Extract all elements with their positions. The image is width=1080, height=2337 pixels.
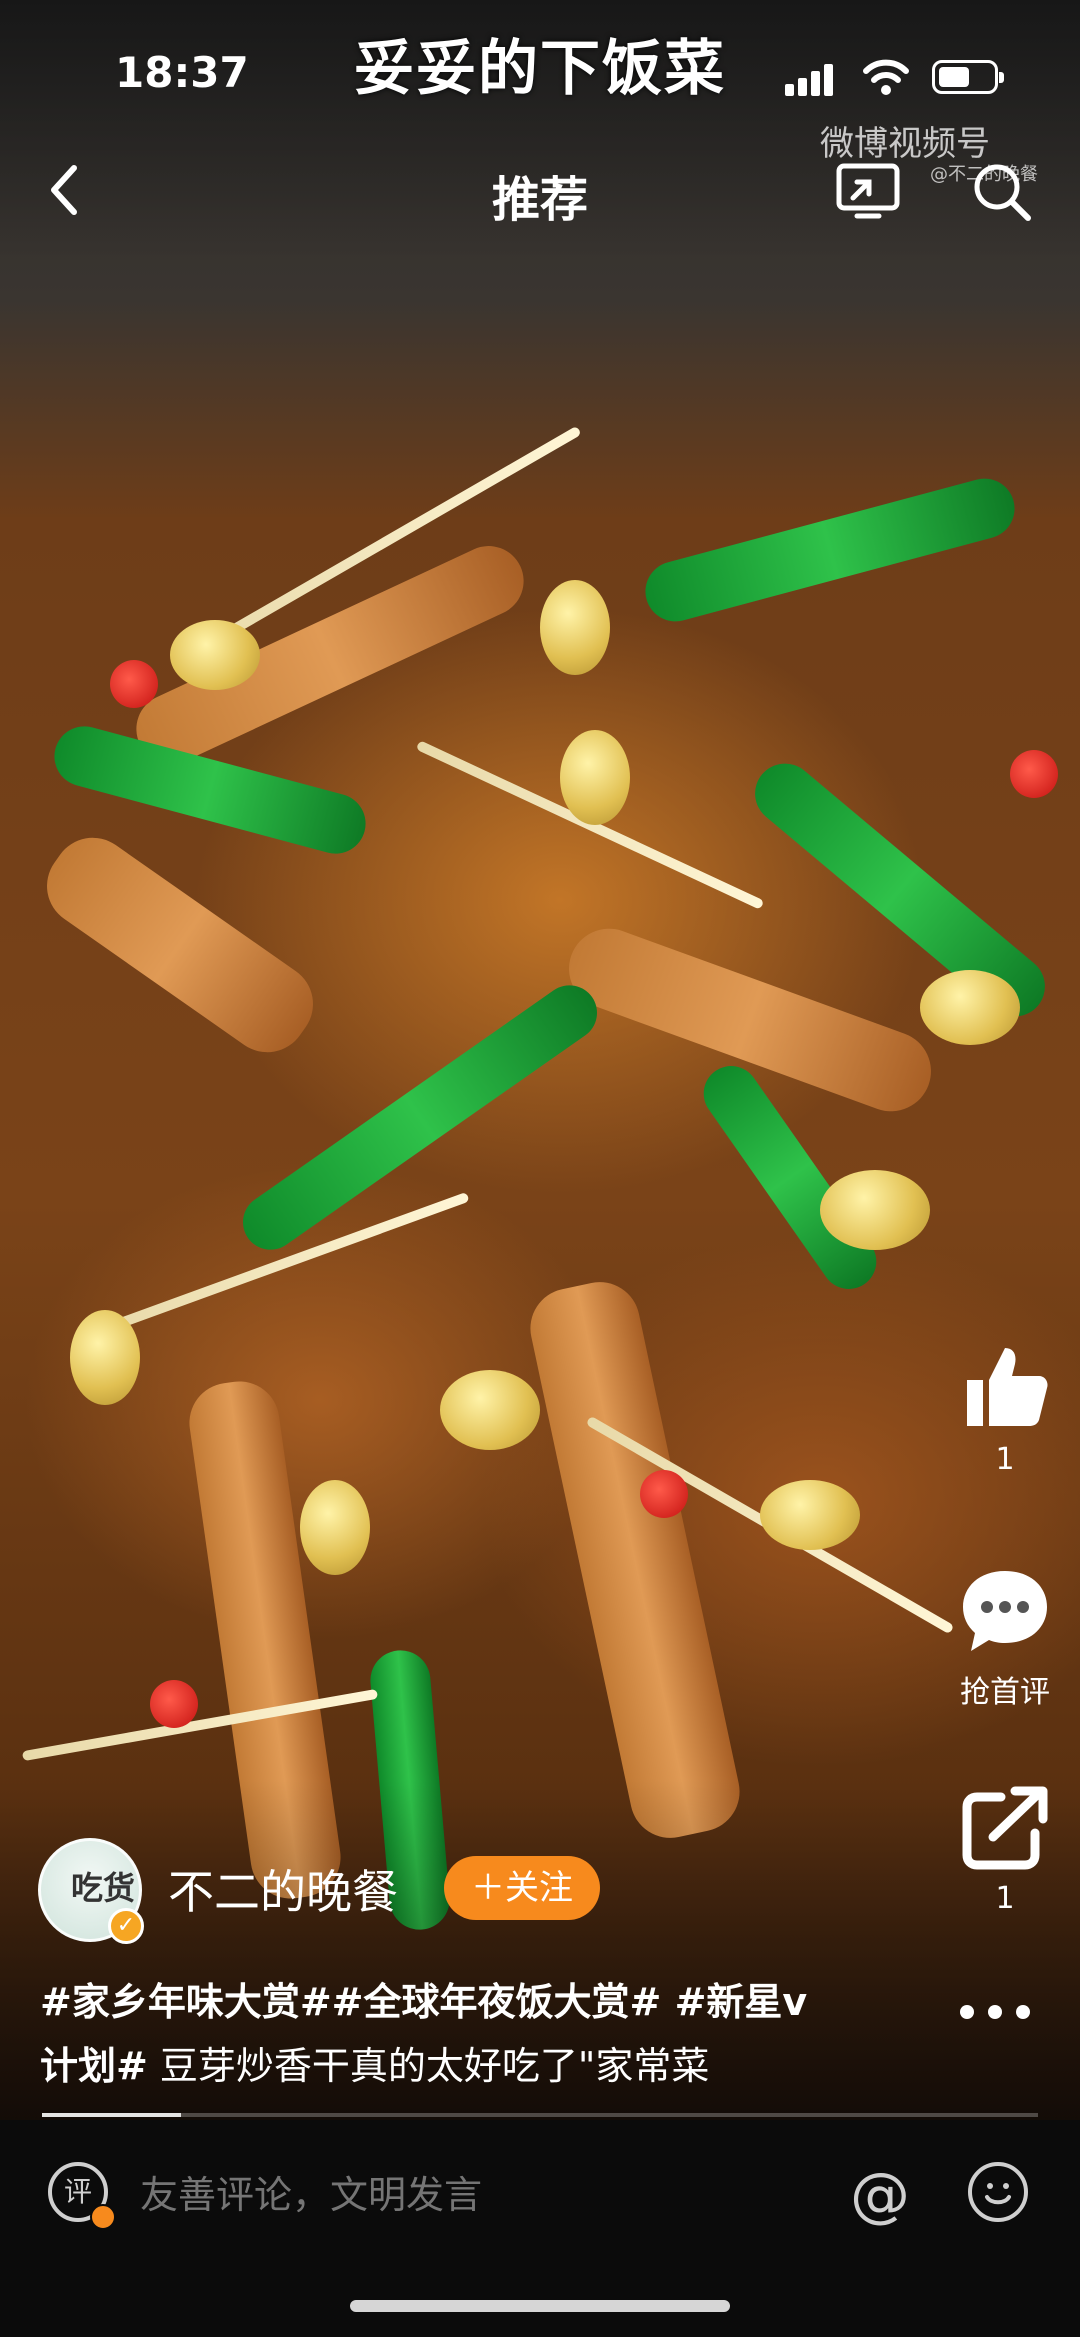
home-indicator[interactable] — [350, 2300, 730, 2312]
follow-button[interactable]: ＋关注 — [444, 1856, 600, 1920]
avatar-text: 吃货 — [71, 1869, 136, 1907]
thumbs-up-icon — [967, 1348, 1048, 1426]
search-icon[interactable] — [970, 160, 1034, 224]
comment-input[interactable] — [140, 2168, 740, 2224]
badge-dot — [90, 2204, 116, 2230]
description-text: 豆芽炒香干真的太好吃了"家常菜 — [147, 2044, 710, 2088]
share-icon — [962, 1786, 1048, 1870]
like-count: 1 — [995, 1442, 1015, 1477]
emoji-icon[interactable] — [968, 2162, 1028, 2222]
back-icon[interactable] — [40, 160, 90, 220]
video-progress-fill — [42, 2113, 182, 2117]
like-button[interactable]: 1 — [930, 1340, 1080, 1477]
page-title: 推荐 — [491, 172, 588, 228]
more-icon[interactable] — [955, 2000, 1035, 2024]
video-caption: 妥妥的下饭菜 — [354, 34, 726, 104]
comment-button[interactable]: 抢首评 — [930, 1565, 1080, 1711]
video-player[interactable] — [0, 0, 1080, 2120]
share-button[interactable]: 1 — [930, 1785, 1080, 1916]
verified-badge-icon: ✓ — [108, 1908, 144, 1944]
cast-icon[interactable] — [835, 162, 901, 220]
watermark: 微博视频号 — [820, 124, 990, 164]
share-count: 1 — [995, 1881, 1015, 1916]
comment-bubble-icon — [963, 1571, 1047, 1651]
author-name[interactable]: 不二的晚餐 — [168, 1856, 398, 1922]
comment-label: 抢首评 — [960, 1675, 1050, 1710]
at-mention-icon[interactable]: @ — [850, 2160, 910, 2230]
video-progress-bar[interactable] — [42, 2113, 1038, 2117]
post-description[interactable]: #家乡年味大赏##全球年夜饭大赏# #新星v计划# 豆芽炒香干真的太好吃了"家常… — [40, 1970, 840, 2098]
